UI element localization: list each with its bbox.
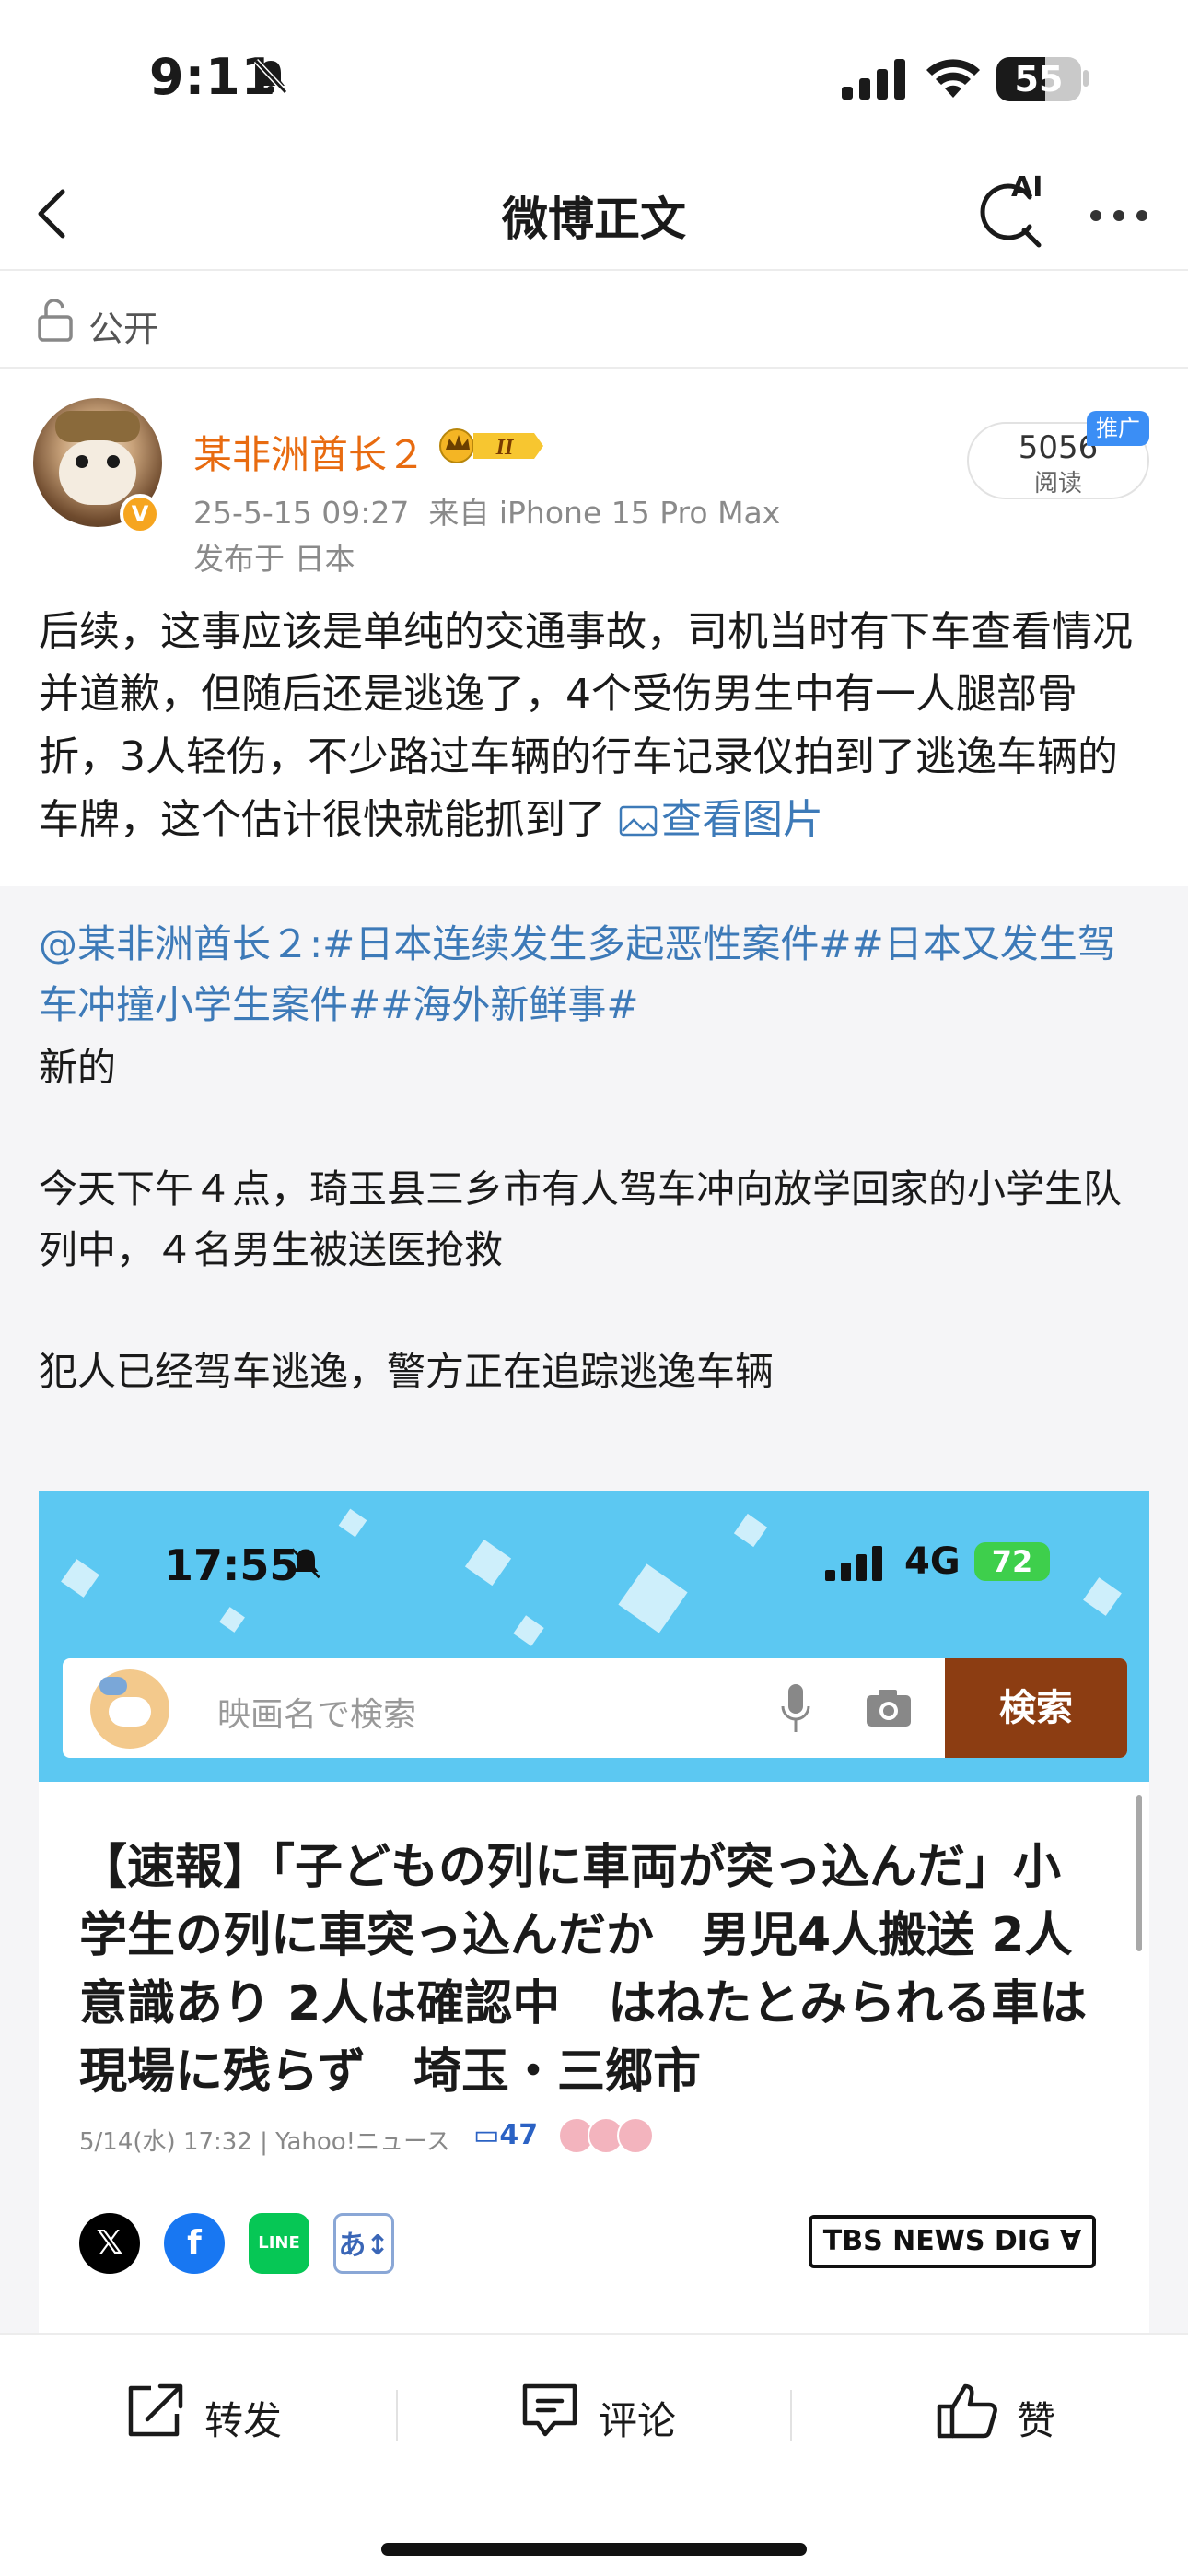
reposted-content[interactable]: @某非洲酋长２:#日本连续发生多起恶性案件##日本又发生驾车冲撞小学生案件##海… [0, 886, 1188, 2333]
post-meta: 25-5-15 09:27 来自 iPhone 15 Pro Max [193, 488, 780, 533]
unlock-icon [38, 299, 73, 342]
battery-level: 55 [1014, 59, 1064, 100]
facebook-share-icon: f [164, 2213, 225, 2274]
tbs-news-logo: TBS NEWS DIG ∀ [809, 2215, 1096, 2268]
like-label: 赞 [1017, 2398, 1056, 2443]
author-name[interactable]: 某非洲酋长２ [193, 424, 425, 480]
action-bar: 转发 评论 赞 [0, 2333, 1188, 2491]
ai-search-button[interactable]: AI [974, 170, 1057, 252]
repost-label: 转发 [204, 2398, 283, 2443]
wifi-icon [926, 59, 980, 98]
home-indicator[interactable] [381, 2543, 807, 2556]
more-icon[interactable] [1087, 192, 1151, 238]
bell-muted-icon [253, 58, 288, 95]
embedded-time: 17:55 [164, 1540, 299, 1590]
promote-badge[interactable]: 推广 [1087, 411, 1149, 446]
comment-label: 评论 [599, 2398, 677, 2443]
repost-paragraph: 犯人已经驾车逃逸，警方正在追踪逃逸车辆 [39, 1349, 775, 1394]
share-icon [128, 2383, 183, 2437]
comment-icon [522, 2383, 577, 2437]
post-source: 来自 iPhone 15 Pro Max [428, 495, 781, 531]
read-label: 阅读 [1033, 470, 1082, 498]
network-type: 4G [904, 1540, 961, 1583]
scrollbar [1136, 1795, 1142, 1951]
post-body: 后续，这事应该是单纯的交通事故，司机当时有下车查看情况并道歉，但随后还是逃逸了，… [39, 601, 1153, 851]
embedded-meta: 5/14(水) 17:32 | Yahoo!ニュース [79, 2128, 450, 2156]
post-time: 25-5-15 09:27 [193, 495, 410, 531]
font-size-icon: あ↕ [333, 2213, 394, 2274]
post-location: 发布于 日本 [193, 541, 355, 577]
repost-header: @某非洲酋长２:#日本连续发生多起恶性案件##日本又发生驾车冲撞小学生案件##海… [39, 921, 1116, 1027]
bell-muted-icon [291, 1548, 320, 1579]
status-bar: 9:11 55 [0, 0, 1188, 157]
repost-author-link[interactable]: @某非洲酋长２ [39, 921, 309, 966]
member-level-badge-icon[interactable]: II [438, 426, 547, 466]
member-level-text: II [495, 436, 515, 460]
embedded-header: 17:55 4G 72 映画名で検索 検索 [39, 1491, 1149, 1782]
embedded-search-bar: 映画名で検索 検索 [63, 1658, 1127, 1758]
view-picture-link[interactable]: 查看图片 [619, 796, 823, 843]
mascot-icon [90, 1669, 169, 1749]
nav-bar: 微博正文 AI [0, 157, 1188, 271]
embedded-headline: 【速報】「子どもの列に車両が突っ込んだ」小学生の列に車突っ込んだか 男児4人搬送… [79, 1840, 1088, 2100]
view-picture-label: 查看图片 [661, 796, 823, 843]
post-text: 后续，这事应该是单纯的交通事故，司机当时有下车查看情况并道歉，但随后还是逃逸了，… [39, 608, 1133, 843]
cellular-signal-icon [842, 59, 905, 100]
repost-paragraph: 今天下午４点，琦玉县三乡市有人驾车冲向放学回家的小学生队列中，４名男生被送医抢救 [39, 1166, 1123, 1272]
ai-label: AI [1011, 171, 1043, 204]
verified-badge-icon: V [120, 494, 160, 534]
embedded-search-button: 検索 [945, 1658, 1127, 1758]
x-share-icon: 𝕏 [79, 2213, 140, 2274]
attached-image[interactable]: 17:55 4G 72 映画名で検索 検索 【速報】「子どもの列に車両が突っ込ん… [39, 1491, 1149, 2333]
comment-icon: ▭ [473, 2119, 500, 2151]
repost-paragraph: 新的 [39, 1045, 117, 1090]
microphone-icon [781, 1684, 810, 1732]
line-share-icon: LINE [249, 2213, 309, 2274]
reaction-faces-icon [558, 2117, 654, 2158]
embedded-search-placeholder: 映画名で検索 [217, 1696, 417, 1734]
image-icon [619, 805, 658, 837]
camera-icon [867, 1690, 911, 1727]
thumbs-up-icon [937, 2383, 997, 2439]
embedded-comment-count: ▭47 [473, 2119, 539, 2151]
cellular-signal-icon [825, 1546, 882, 1581]
embedded-battery: 72 [974, 1542, 1050, 1581]
battery-icon: 55 [996, 57, 1081, 101]
visibility-label: 公开 [88, 309, 159, 349]
visibility-row: 公开 [0, 273, 1188, 369]
